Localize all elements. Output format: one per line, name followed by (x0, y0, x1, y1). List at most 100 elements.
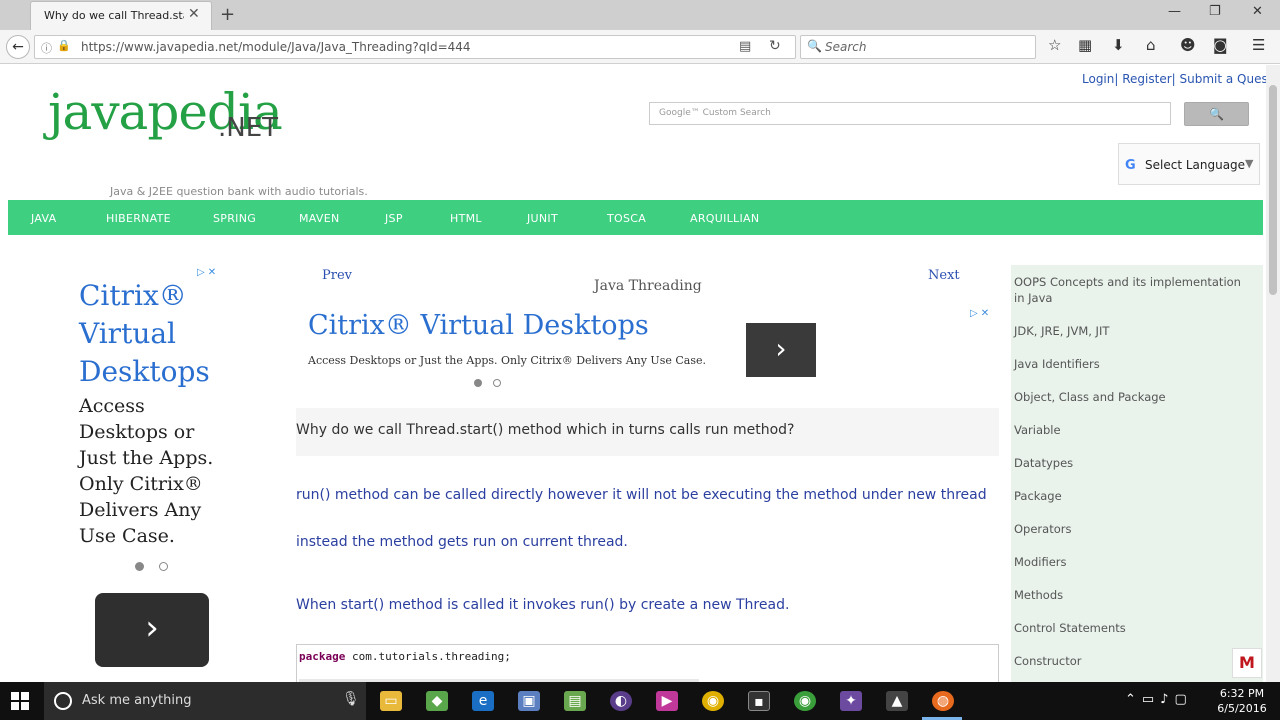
file-explorer-icon[interactable]: ▭ (380, 691, 402, 711)
restore-icon[interactable]: ❐ (1209, 4, 1221, 19)
media-icon[interactable]: ▶ (656, 691, 678, 711)
back-icon[interactable]: ← (6, 35, 30, 59)
language-select[interactable]: G Select Language ▼ (1118, 143, 1260, 185)
pocket-icon[interactable]: ◙ (1213, 36, 1228, 54)
nav-maven[interactable]: MAVEN (299, 212, 340, 225)
site-search-input[interactable]: Google™ Custom Search (649, 102, 1171, 125)
nav-junit[interactable]: JUNIT (527, 212, 558, 225)
sidebar-item-datatypes[interactable]: Datatypes (1014, 455, 1249, 471)
ad-body: Access Desktops or Just the Apps. Only C… (79, 395, 214, 547)
answer-text: instead the method gets run on current t… (296, 534, 628, 550)
topic-sidebar: OOPS Concepts and its implementation in … (1011, 265, 1263, 682)
nav-java[interactable]: JAVA (31, 212, 56, 225)
scroll-thumb[interactable] (1269, 85, 1277, 295)
nav-hibernate[interactable]: HIBERNATE (106, 212, 171, 225)
sidebar-item-package[interactable]: Package (1014, 488, 1249, 504)
sidebar-item-modifiers[interactable]: Modifiers (1014, 554, 1249, 570)
menu-icon[interactable]: ☰ (1252, 36, 1265, 54)
home-icon[interactable]: ⌂ (1146, 36, 1156, 54)
search-placeholder: Search (825, 40, 867, 54)
sidebar-item-identifiers[interactable]: Java Identifiers (1014, 356, 1249, 372)
prev-link[interactable]: Prev (322, 268, 352, 283)
search-bar[interactable]: 🔍 Search (800, 35, 1036, 59)
side-ad[interactable]: ▷✕ Citrix® Virtual Desktops Access Deskt… (70, 265, 230, 675)
store-icon[interactable]: ◆ (426, 691, 448, 711)
answer-text: When start() method is called it invokes… (296, 597, 790, 613)
tab-close-icon[interactable]: ✕ (188, 6, 200, 22)
sidebar-item-jdk[interactable]: JDK, JRE, JVM, JIT (1014, 323, 1249, 339)
carousel-dot[interactable] (493, 379, 501, 387)
cortana-search-box[interactable]: Ask me anything 🎙 (44, 682, 366, 720)
clock-date: 6/5/2016 (1217, 702, 1267, 715)
answer-text: run() method can be called directly howe… (296, 487, 987, 503)
nav-arquillian[interactable]: ARQUILLIAN (690, 212, 759, 225)
taskbar-clock[interactable]: 6:32 PM 6/5/2016 (1214, 686, 1270, 716)
banner-ad[interactable]: ▷✕ Citrix® Virtual Desktops Access Deskt… (300, 305, 1000, 395)
adchoices-icon[interactable]: ▷✕ (970, 308, 992, 319)
question-box: Why do we call Thread.start() method whi… (296, 408, 999, 456)
ad-title[interactable]: Citrix® Virtual Desktops (79, 277, 229, 391)
nav-jsp[interactable]: JSP (385, 212, 403, 225)
page-title: Java Threading (594, 278, 702, 294)
bookmarks-list-icon[interactable]: ▦ (1078, 36, 1092, 54)
ad-next-button[interactable]: › (746, 323, 816, 377)
page-scrollbar[interactable] (1266, 65, 1280, 682)
photos-icon[interactable]: ▲ (886, 691, 908, 711)
system-tray-icons[interactable]: ⌃▭♪▢ (1125, 692, 1193, 707)
chrome-icon[interactable]: ◉ (702, 691, 724, 711)
url-bar[interactable]: ⓘ 🔒 https://www.javapedia.net/module/Jav… (34, 35, 796, 59)
minimize-icon[interactable]: — (1168, 4, 1181, 19)
ad-body: Access Desktops or Just the Apps. Only C… (308, 354, 706, 367)
firefox-icon[interactable]: ◍ (932, 691, 954, 711)
chat-icon[interactable]: ☻ (1180, 36, 1196, 54)
account-links[interactable]: Login| Register| Submit a Question (1082, 72, 1266, 86)
carousel-dot-active[interactable] (135, 562, 144, 571)
mcafee-icon[interactable]: M (1232, 648, 1262, 678)
sidebar-item-object[interactable]: Object, Class and Package (1014, 389, 1249, 405)
tab-title: Why do we call Thread.sta... (44, 9, 184, 22)
app-icon[interactable]: ✦ (840, 691, 862, 711)
sidebar-item-variable[interactable]: Variable (1014, 422, 1249, 438)
browser-tab[interactable]: Why do we call Thread.sta... ✕ (30, 1, 212, 30)
ad-title[interactable]: Citrix® Virtual Desktops (308, 310, 649, 341)
next-link[interactable]: Next (928, 268, 960, 283)
url-text[interactable]: https://www.javapedia.net/module/Java/Ja… (81, 40, 471, 54)
microphone-icon[interactable]: 🎙 (342, 691, 360, 707)
browser-window: Why do we call Thread.sta... ✕ + — ❐ ✕ ←… (0, 0, 1280, 720)
clock-time: 6:32 PM (1219, 687, 1265, 700)
taskbar: Ask me anything 🎙 ▭ ◆ e ▣ ▤ ◐ ▶ ◉ ▪ ◉ ✦ … (0, 682, 1280, 720)
bookmark-star-icon[interactable]: ☆ (1048, 36, 1061, 54)
sidebar-item-operators[interactable]: Operators (1014, 521, 1249, 537)
code-line: package com.tutorials.threading; (299, 650, 511, 663)
sidebar-item-control[interactable]: Control Statements (1014, 620, 1249, 636)
reader-view-icon[interactable]: ▤ (739, 39, 751, 54)
carousel-dot[interactable] (159, 562, 168, 571)
chrome-icon[interactable]: ◉ (794, 691, 816, 711)
question-text: Why do we call Thread.start() method whi… (296, 422, 795, 438)
nav-html[interactable]: HTML (450, 212, 482, 225)
info-icon[interactable]: ⓘ (41, 40, 52, 56)
chevron-down-icon: ▼ (1245, 157, 1254, 170)
lock-icon: 🔒 (57, 39, 71, 52)
new-tab-icon[interactable]: + (220, 4, 235, 25)
nav-tosca[interactable]: TOSCA (607, 212, 646, 225)
sidebar-item-methods[interactable]: Methods (1014, 587, 1249, 603)
tab-strip: Why do we call Thread.sta... ✕ + — ❐ ✕ (0, 0, 1280, 30)
terminal-icon[interactable]: ▪ (748, 691, 770, 711)
ad-next-button[interactable]: › (95, 593, 209, 667)
download-icon[interactable]: ⬇ (1112, 36, 1125, 54)
close-window-icon[interactable]: ✕ (1252, 4, 1263, 19)
notepad-icon[interactable]: ▤ (564, 691, 586, 711)
reload-icon[interactable]: ↻ (769, 38, 781, 54)
web-page: Login| Register| Submit a Question javap… (0, 65, 1266, 682)
windows-start-icon[interactable] (11, 692, 29, 710)
sidebar-item-constructor[interactable]: Constructor (1014, 653, 1249, 669)
sidebar-item-oops[interactable]: OOPS Concepts and its implementation in … (1014, 274, 1249, 306)
eclipse-icon[interactable]: ◐ (610, 691, 632, 711)
carousel-dot-active[interactable] (474, 379, 482, 387)
edge-icon[interactable]: e (472, 691, 494, 711)
app-icon[interactable]: ▣ (518, 691, 540, 711)
site-logo-suffix: .NET (218, 113, 279, 143)
nav-spring[interactable]: SPRING (213, 212, 256, 225)
site-search-button[interactable]: 🔍 (1184, 102, 1249, 126)
